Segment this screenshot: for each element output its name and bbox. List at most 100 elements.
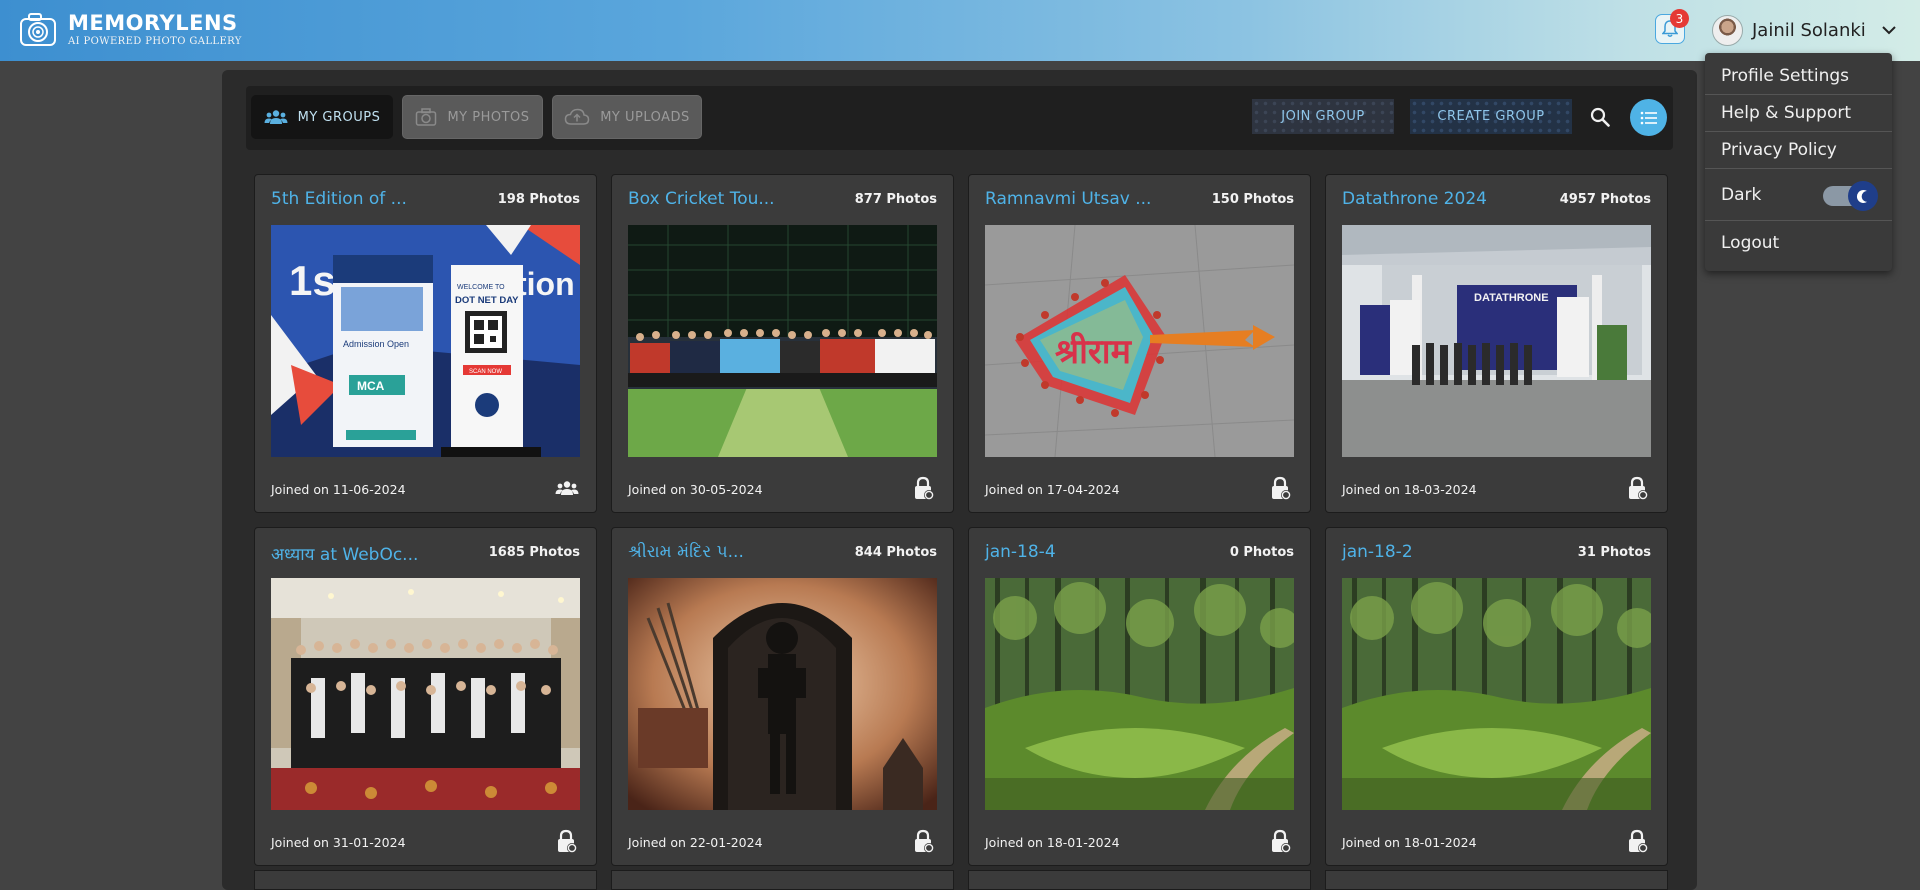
top-header: MEMORYLENS AI POWERED PHOTO GALLERY 3 Ja… — [0, 0, 1920, 61]
moon-icon — [1856, 190, 1868, 204]
tab-my-uploads-label: MY UPLOADS — [600, 109, 690, 125]
tab-my-groups[interactable]: MY GROUPS — [251, 95, 393, 139]
group-title[interactable]: अध्याय at WebOc... — [271, 542, 418, 565]
tab-my-groups-label: MY GROUPS — [297, 109, 381, 125]
group-access-button[interactable] — [911, 475, 937, 501]
menu-item-privacy-policy[interactable]: Privacy Policy — [1705, 132, 1892, 169]
group-card[interactable]: Datathrone 2024 4957 Photos DATATHRONE J… — [1325, 174, 1668, 513]
users-icon — [555, 481, 579, 495]
group-cover-image[interactable] — [1342, 578, 1651, 810]
group-title[interactable]: jan-18-2 — [1342, 542, 1413, 562]
search-button[interactable] — [1587, 104, 1613, 130]
lock-icon — [1272, 829, 1291, 853]
menu-item-dark-mode[interactable]: Dark — [1705, 169, 1892, 221]
joined-date: Joined on 11-06-2024 — [271, 482, 406, 497]
group-card[interactable]: jan-18-2 31 Photos Joined on 18-01-2024 — [1325, 527, 1668, 866]
menu-item-profile-settings[interactable]: Profile Settings — [1705, 58, 1892, 95]
lock-icon — [915, 829, 934, 853]
group-card[interactable]: Box Cricket Tou... 877 Photos Joined on … — [611, 174, 954, 513]
joined-date: Joined on 30-05-2024 — [628, 482, 763, 497]
group-cover-image[interactable]: DATATHRONE — [1342, 225, 1651, 457]
group-cover-image[interactable] — [985, 578, 1294, 810]
joined-date: Joined on 18-01-2024 — [1342, 835, 1477, 850]
group-title[interactable]: 5th Edition of ... — [271, 189, 407, 209]
brand-subtitle: AI POWERED PHOTO GALLERY — [68, 36, 242, 47]
photo-count: 150 Photos — [1211, 192, 1294, 207]
lock-icon — [1629, 476, 1648, 500]
banner-text: tion — [516, 266, 575, 302]
lock-icon — [1629, 829, 1648, 853]
joined-date: Joined on 18-01-2024 — [985, 835, 1120, 850]
menu-item-logout[interactable]: Logout — [1705, 221, 1892, 265]
group-card[interactable] — [611, 870, 954, 890]
tab-my-photos-label: MY PHOTOS — [447, 109, 530, 125]
group-title[interactable]: Ramnavmi Utsav ... — [985, 189, 1151, 209]
menu-item-help-support[interactable]: Help & Support — [1705, 95, 1892, 132]
joined-date: Joined on 31-01-2024 — [271, 835, 406, 850]
photo-count: 877 Photos — [854, 192, 937, 207]
group-access-button[interactable] — [554, 475, 580, 501]
cloud-upload-icon — [564, 108, 590, 125]
group-card[interactable]: શ્રીરામ મંદિર પ... 844 Photos Joined on … — [611, 527, 954, 866]
tab-my-uploads[interactable]: MY UPLOADS — [552, 95, 702, 139]
group-title[interactable]: jan-18-4 — [985, 542, 1056, 562]
brand-title: MEMORYLENS — [68, 11, 238, 35]
group-title[interactable]: Datathrone 2024 — [1342, 189, 1487, 209]
search-icon — [1590, 107, 1610, 127]
dark-mode-label: Dark — [1721, 184, 1762, 205]
group-access-button[interactable] — [1268, 828, 1294, 854]
group-access-button[interactable] — [554, 828, 580, 854]
photo-count: 31 Photos — [1577, 545, 1651, 560]
dark-mode-toggle[interactable] — [1823, 181, 1878, 211]
rangoli-text: श्रीराम — [1055, 331, 1133, 372]
group-card[interactable] — [1325, 870, 1668, 890]
joined-date: Joined on 18-03-2024 — [1342, 482, 1477, 497]
joined-date: Joined on 22-01-2024 — [628, 835, 763, 850]
camera-icon — [416, 108, 437, 126]
group-access-button[interactable] — [1268, 475, 1294, 501]
group-title[interactable]: શ્રીરામ મંદિર પ... — [628, 542, 744, 562]
user-menu-trigger[interactable]: Jainil Solanki — [1712, 14, 1897, 46]
camera-logo-icon — [20, 13, 56, 46]
group-card[interactable] — [968, 870, 1311, 890]
group-card[interactable] — [254, 870, 597, 890]
chevron-down-icon — [1882, 26, 1896, 35]
group-cover-image[interactable] — [628, 225, 937, 457]
notification-count-badge: 3 — [1670, 9, 1689, 28]
photo-count: 0 Photos — [1229, 545, 1294, 560]
group-access-button[interactable] — [911, 828, 937, 854]
group-card[interactable]: 5th Edition of ... 198 Photos 1st tion A… — [254, 174, 597, 513]
toggle-knob — [1848, 181, 1878, 211]
users-icon — [264, 110, 288, 124]
photo-count: 4957 Photos — [1559, 192, 1651, 207]
avatar — [1712, 14, 1743, 46]
group-access-button[interactable] — [1625, 828, 1651, 854]
join-group-button[interactable]: JOIN GROUP — [1252, 99, 1394, 134]
list-view-button[interactable] — [1630, 99, 1667, 136]
group-card[interactable]: अध्याय at WebOc... 1685 Photos Joined on… — [254, 527, 597, 866]
lock-icon — [558, 829, 577, 853]
photo-count: 198 Photos — [497, 192, 580, 207]
group-cover-image[interactable] — [628, 578, 937, 810]
banner-text: SCAN NOW — [469, 369, 502, 375]
banner-text: DATATHRONE — [1474, 292, 1549, 304]
lock-icon — [1272, 476, 1291, 500]
banner-text: Admission Open — [343, 339, 409, 349]
create-group-button[interactable]: CREATE GROUP — [1410, 99, 1572, 134]
group-cover-image[interactable]: 1st tion Admission Open MCA WELCOME TO D… — [271, 225, 580, 457]
list-icon — [1640, 111, 1657, 124]
user-name: Jainil Solanki — [1752, 19, 1866, 41]
joined-date: Joined on 17-04-2024 — [985, 482, 1120, 497]
app-logo[interactable]: MEMORYLENS AI POWERED PHOTO GALLERY — [18, 10, 242, 50]
photo-count: 1685 Photos — [488, 545, 580, 560]
banner-text: DOT NET DAY — [455, 295, 519, 306]
group-card[interactable]: Ramnavmi Utsav ... 150 Photos श्रीराम Jo… — [968, 174, 1311, 513]
user-dropdown-menu: Profile Settings Help & Support Privacy … — [1705, 53, 1892, 271]
group-title[interactable]: Box Cricket Tou... — [628, 189, 775, 209]
group-cover-image[interactable] — [271, 578, 580, 810]
group-card[interactable]: jan-18-4 0 Photos Joined on 18-01-2024 — [968, 527, 1311, 866]
group-cover-image[interactable]: श्रीराम — [985, 225, 1294, 457]
group-access-button[interactable] — [1625, 475, 1651, 501]
banner-text: MCA — [357, 379, 385, 393]
tab-my-photos[interactable]: MY PHOTOS — [402, 95, 543, 139]
